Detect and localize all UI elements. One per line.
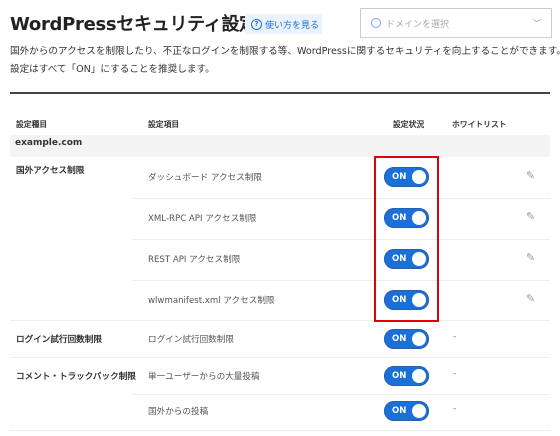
row-divider: [10, 430, 550, 431]
description-line: 設定はすべて「ON」にすることを推奨します。: [10, 64, 215, 75]
column-header: 設定項目: [148, 120, 180, 129]
divider: [10, 92, 550, 94]
page-title: WordPressセキュリティ設定: [10, 14, 257, 35]
row-divider: [133, 198, 550, 199]
pencil-icon[interactable]: ✎: [526, 251, 535, 264]
item-label: 国外からの投稿: [148, 407, 209, 417]
item-label: XML-RPC API アクセス制限: [148, 214, 257, 224]
toggle-knob: [412, 369, 426, 383]
category-label: 国外アクセス制限: [16, 166, 85, 176]
status-toggle[interactable]: ON: [384, 366, 429, 386]
chevron-down-icon: ﹀: [533, 18, 541, 28]
category-label: ログイン試行回数制限: [16, 335, 102, 345]
column-header: 設定状況: [393, 120, 425, 129]
status-toggle[interactable]: ON: [384, 401, 429, 421]
toggle-knob: [412, 404, 426, 418]
description-line: 国外からのアクセスを制限したり、不正なログインを制限する等、WordPressに…: [10, 46, 560, 57]
item-label: REST API アクセス制限: [148, 255, 241, 265]
whitelist-value: -: [453, 332, 457, 342]
domain-select[interactable]: ドメインを選択 ﹀: [360, 8, 552, 38]
whitelist-value: -: [453, 404, 457, 414]
row-divider: [133, 280, 550, 281]
toggle-knob: [412, 332, 426, 346]
pencil-icon[interactable]: ✎: [526, 210, 535, 223]
item-label: 単一ユーザーからの大量投稿: [148, 372, 260, 382]
help-label: 使い方を見る: [265, 20, 320, 31]
row-divider: [133, 394, 550, 395]
toggle-label: ON: [392, 334, 407, 344]
toggle-label: ON: [392, 371, 407, 381]
toggle-label: ON: [392, 406, 407, 416]
pencil-icon[interactable]: ✎: [526, 292, 535, 305]
category-label: コメント・トラックバック制限: [16, 372, 136, 382]
row-divider: [133, 239, 550, 240]
help-button[interactable]: ? 使い方を見る: [245, 14, 322, 34]
domain-row: example.com: [10, 135, 550, 157]
column-header: ホワイトリスト: [452, 120, 507, 129]
column-header: 設定種目: [16, 120, 48, 129]
pencil-icon[interactable]: ✎: [526, 169, 535, 182]
row-divider: [10, 320, 550, 321]
item-label: wlwmanifest.xml アクセス制限: [148, 296, 275, 306]
item-label: ログイン試行回数制限: [148, 335, 234, 345]
whitelist-value: -: [453, 369, 457, 379]
item-label: ダッシュボード アクセス制限: [148, 173, 263, 183]
globe-icon: [371, 18, 381, 28]
question-icon: ?: [251, 18, 262, 30]
row-divider: [10, 357, 550, 358]
highlight-box: [374, 156, 439, 322]
status-toggle[interactable]: ON: [384, 329, 429, 349]
domain-placeholder: ドメインを選択: [386, 19, 450, 30]
